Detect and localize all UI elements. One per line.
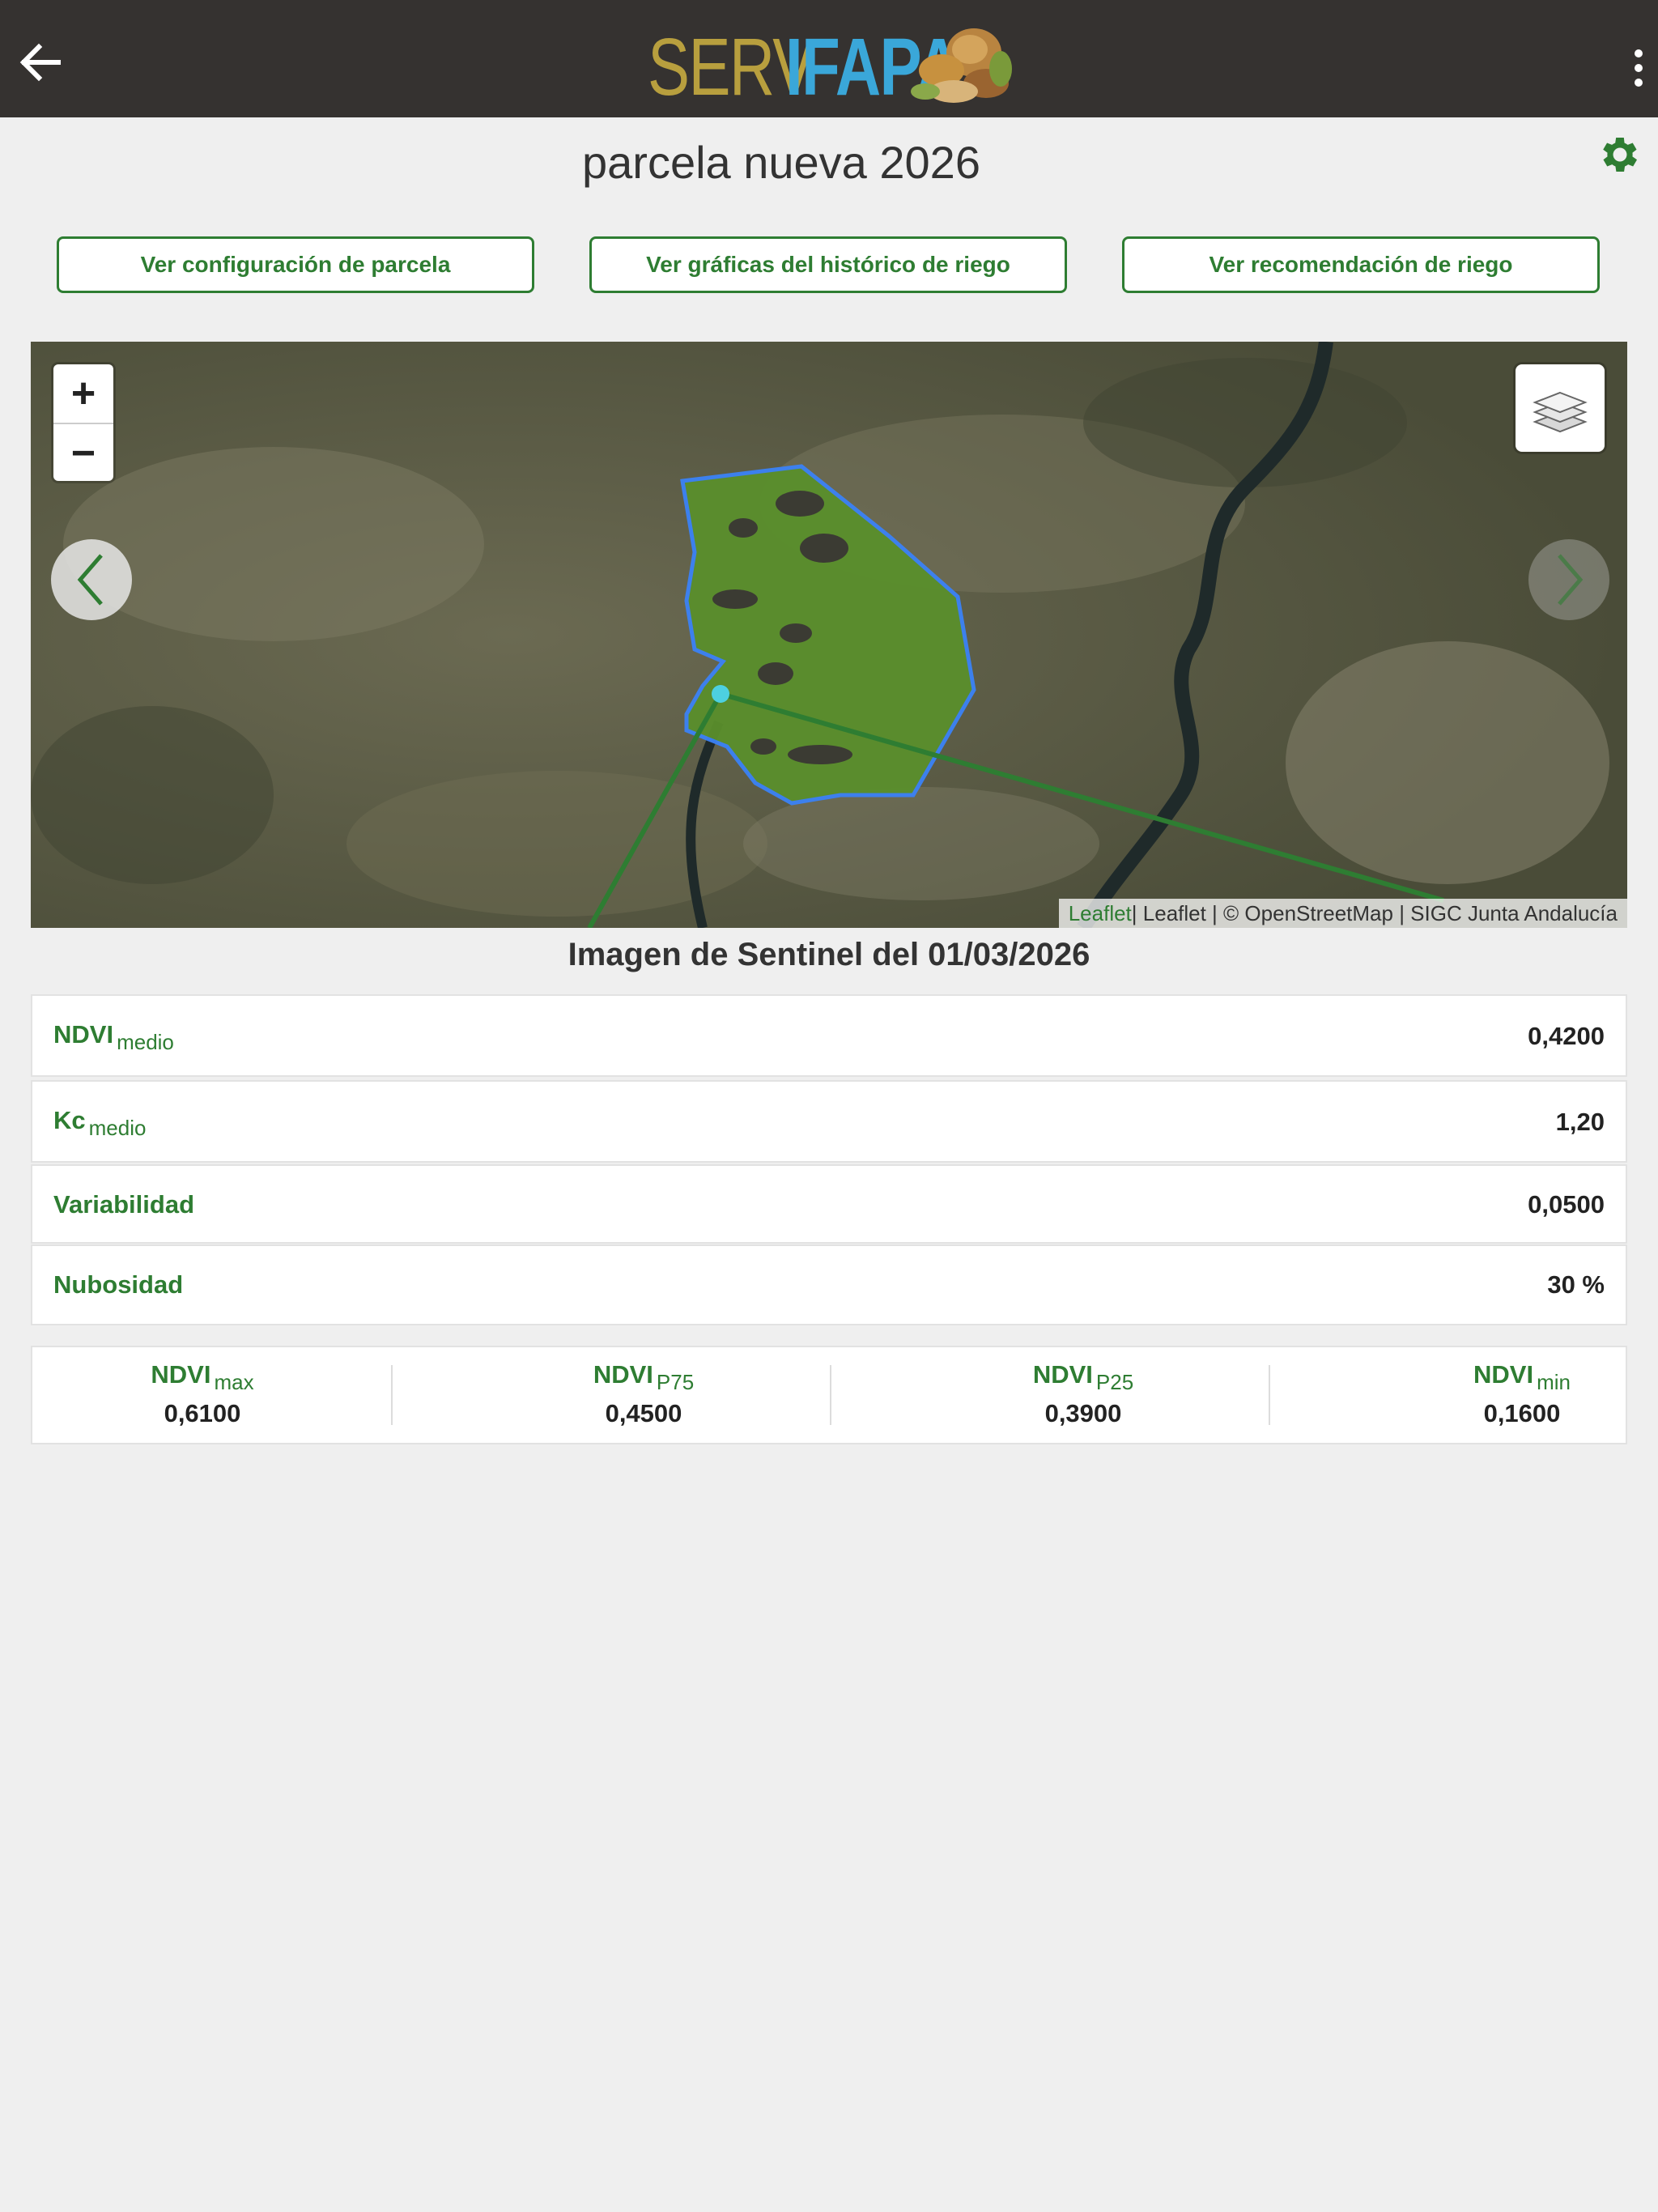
pct-label-text: NDVI <box>1032 1360 1093 1389</box>
pct-value: 0,1600 <box>1483 1399 1561 1427</box>
view-irrigation-recommendation-button[interactable]: Ver recomendación de riego <box>1122 236 1600 293</box>
stat-value: 1,20 <box>1555 1108 1605 1136</box>
divider <box>830 1365 831 1425</box>
stat-row-nubosidad: Nubosidad 30 % <box>31 1244 1627 1325</box>
leaflet-link[interactable]: Leaflet <box>1069 901 1132 926</box>
stat-label-sub: medio <box>117 1030 174 1054</box>
pct-value: 0,4500 <box>605 1399 682 1427</box>
pct-label-sub: P75 <box>656 1370 695 1394</box>
pct-col-max: NDVI max 0,6100 <box>49 1347 356 1443</box>
pct-label: NDVI P75 <box>490 1360 797 1395</box>
stat-label-text: NDVI <box>53 1020 114 1049</box>
map-attribution: Leaflet | Leaflet | © OpenStreetMap | SI… <box>1058 899 1627 928</box>
pct-label-text: NDVI <box>593 1360 653 1389</box>
zoom-control: + − <box>53 364 113 481</box>
nuts-icon <box>911 28 1012 103</box>
pct-label: NDVI max <box>49 1360 356 1395</box>
satellite-map[interactable]: + − Leaflet | Leaflet | © OpenStreetMap … <box>31 342 1627 928</box>
image-date-caption: Imagen de Sentinel del 01/03/2026 <box>568 937 1090 972</box>
stat-label: Nubosidad <box>53 1270 184 1299</box>
stat-label: Variabilidad <box>53 1190 195 1219</box>
satellite-imagery <box>31 342 1627 928</box>
pct-label: NDVI min <box>1368 1360 1658 1395</box>
pct-col-p75: NDVI P75 0,4500 <box>490 1347 797 1443</box>
stat-value: 0,4200 <box>1528 1022 1605 1050</box>
pct-col-p25: NDVI P25 0,3900 <box>929 1347 1237 1443</box>
stat-label: NDVI medio <box>53 1020 174 1055</box>
pct-label: NDVI P25 <box>929 1360 1237 1395</box>
pct-value: 0,6100 <box>164 1399 241 1427</box>
previous-image-button[interactable] <box>51 539 132 620</box>
divider <box>391 1365 393 1425</box>
settings-button[interactable] <box>1596 131 1643 178</box>
layers-icon <box>1533 391 1588 433</box>
more-vertical-icon <box>1635 49 1643 87</box>
pct-label-text: NDVI <box>151 1360 211 1389</box>
app-header: SERV IFAPA <box>0 0 1658 117</box>
divider <box>1269 1365 1270 1425</box>
next-image-button[interactable] <box>1528 539 1609 620</box>
stat-row-kc-medio: Kc medio 1,20 <box>31 1080 1627 1163</box>
stat-label-sub: medio <box>88 1116 147 1140</box>
pct-col-min: NDVI min 0,1600 <box>1368 1347 1658 1443</box>
layers-button[interactable] <box>1516 364 1605 452</box>
view-irrigation-history-button[interactable]: Ver gráficas del histórico de riego <box>589 236 1067 293</box>
zoom-in-button[interactable]: + <box>53 364 113 424</box>
back-button[interactable] <box>15 36 66 88</box>
stat-value: 0,0500 <box>1528 1190 1605 1219</box>
arrow-left-icon <box>19 43 61 82</box>
gear-icon <box>1603 137 1638 172</box>
pct-label-sub: min <box>1537 1370 1571 1394</box>
stat-label: Kc medio <box>53 1106 146 1141</box>
pct-label-sub: max <box>214 1370 254 1394</box>
servifapa-logo: SERV IFAPA <box>648 20 1020 108</box>
pct-label-sub: P25 <box>1095 1370 1134 1394</box>
chevron-right-icon <box>1558 554 1584 606</box>
chevron-left-icon <box>77 554 103 606</box>
view-parcel-config-button[interactable]: Ver configuración de parcela <box>57 236 534 293</box>
page-title: parcela nueva 2026 <box>582 137 980 188</box>
stat-value: 30 % <box>1547 1270 1605 1299</box>
ndvi-percentiles-panel: NDVI max 0,6100 NDVI P75 0,4500 NDVI P25 0,… <box>31 1346 1627 1444</box>
zoom-out-button[interactable]: − <box>53 424 113 483</box>
pct-value: 0,3900 <box>1044 1399 1122 1427</box>
overflow-menu-button[interactable] <box>1622 40 1655 97</box>
pct-label-text: NDVI <box>1473 1360 1534 1389</box>
stat-row-variabilidad: Variabilidad 0,0500 <box>31 1164 1627 1244</box>
attribution-text: | Leaflet | © OpenStreetMap | SIGC Junta… <box>1131 900 1618 925</box>
stat-row-ndvi-medio: NDVI medio 0,4200 <box>31 994 1627 1077</box>
stat-label-text: Kc <box>53 1106 86 1134</box>
